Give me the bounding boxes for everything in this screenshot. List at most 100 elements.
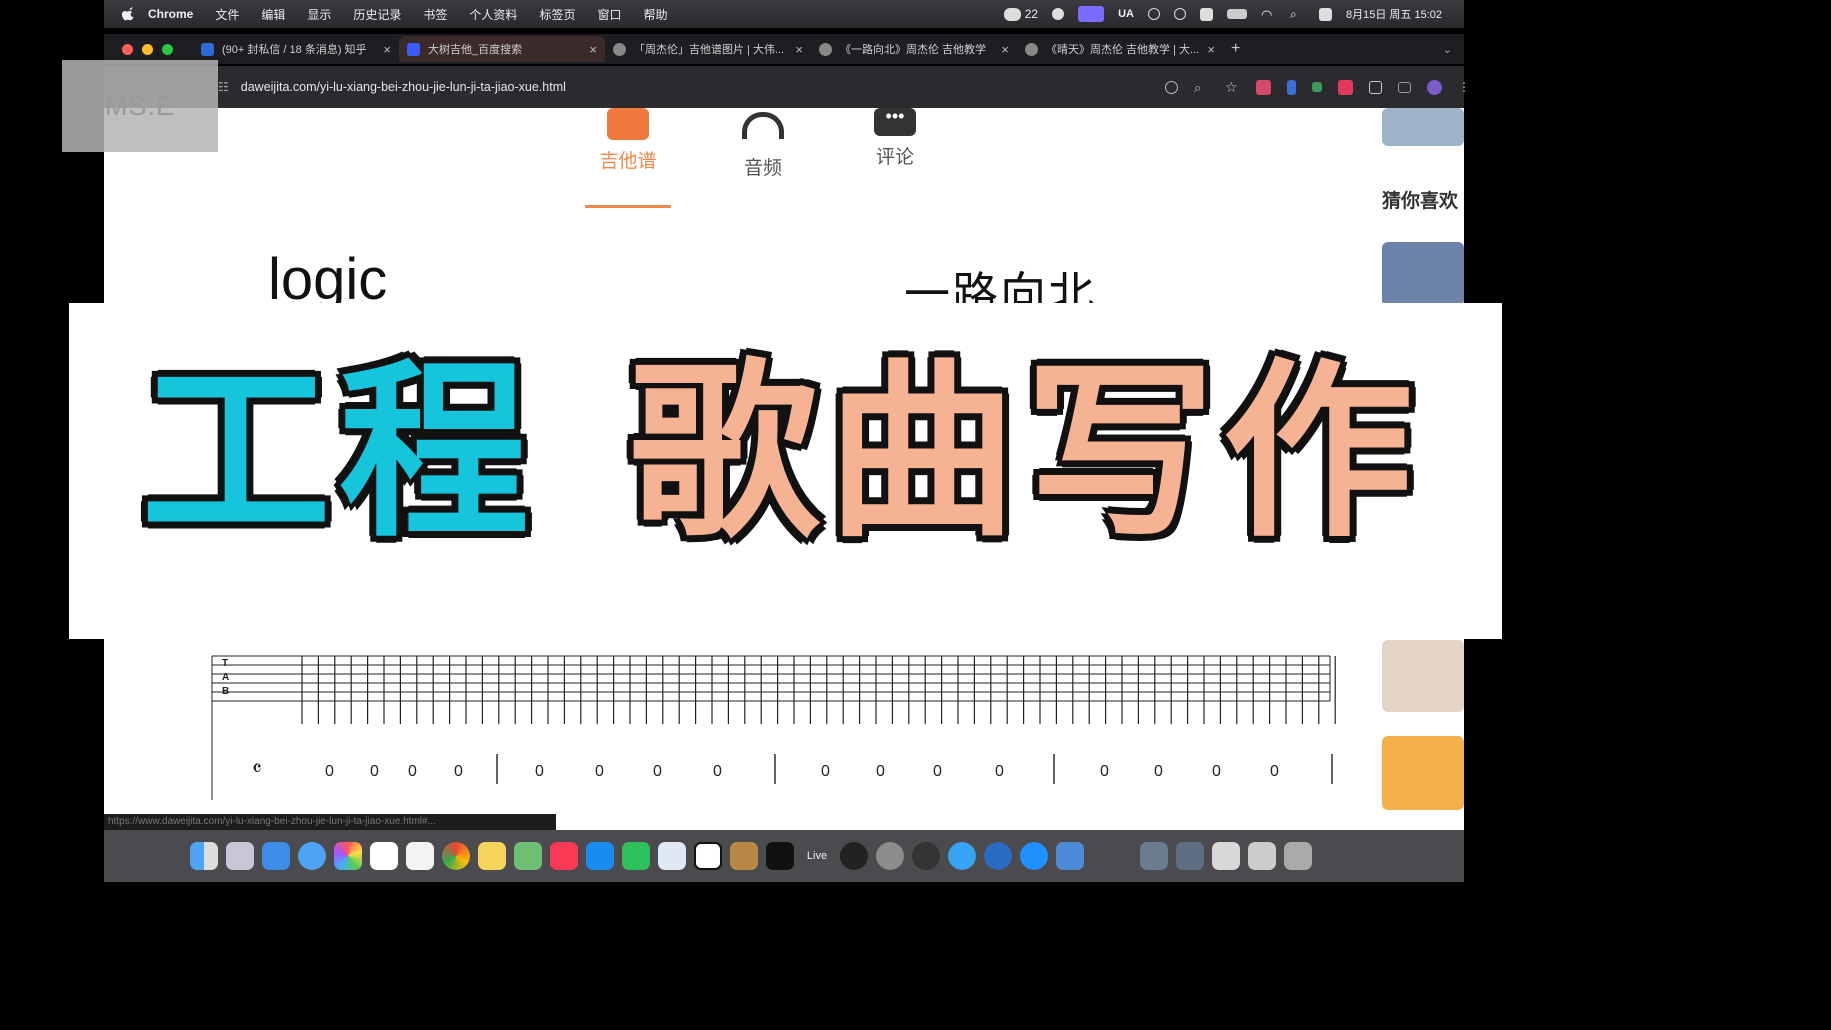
maps-icon[interactable] xyxy=(514,842,542,870)
close-tab-icon[interactable]: × xyxy=(795,42,803,57)
notion-icon[interactable] xyxy=(694,842,722,870)
svg-text:A: A xyxy=(222,672,229,683)
recommend-thumbnail[interactable] xyxy=(1382,242,1464,306)
title-banner: 工程 歌曲写作 xyxy=(69,303,1502,639)
extension-green-icon[interactable] xyxy=(1312,82,1322,92)
finder-icon[interactable] xyxy=(190,842,218,870)
screen-mirror-icon[interactable] xyxy=(1078,6,1105,22)
side-panel-icon[interactable] xyxy=(1398,81,1411,93)
menu-help[interactable]: 帮助 xyxy=(643,6,667,23)
menu-bookmarks[interactable]: 书签 xyxy=(423,6,447,23)
extension-play-icon[interactable] xyxy=(1338,79,1353,95)
menu-file[interactable]: 文件 xyxy=(215,6,239,23)
close-tab-icon[interactable]: × xyxy=(383,42,391,57)
tab-title: (90+ 封私信 / 18 条消息) 知乎 xyxy=(222,44,367,56)
search-icon[interactable]: ⌕ xyxy=(1290,7,1305,21)
back-app-icon[interactable] xyxy=(984,842,1012,870)
new-tab-button[interactable]: + xyxy=(1231,40,1240,58)
system-settings-icon[interactable] xyxy=(876,842,904,870)
close-tab-icon[interactable]: × xyxy=(1001,42,1009,57)
more-menu-icon[interactable]: ⋮ xyxy=(1458,80,1470,95)
notes-icon[interactable] xyxy=(478,842,506,870)
menu-profiles[interactable]: 个人资料 xyxy=(469,6,517,23)
photos-icon[interactable] xyxy=(334,842,362,870)
zoom-icon[interactable]: ⌕ xyxy=(1194,80,1209,95)
browser-tab[interactable]: 《晴天》周杰伦 吉他教学 | 大... × xyxy=(1017,36,1223,62)
password-key-icon[interactable] xyxy=(1165,80,1178,94)
browser-tab[interactable]: 《一路向北》周杰伦 吉他教学 × xyxy=(811,36,1017,62)
bookmark-star-icon[interactable]: ☆ xyxy=(1225,79,1240,95)
menu-edit[interactable]: 编辑 xyxy=(261,6,285,23)
bass-note: 0 xyxy=(535,763,544,780)
close-window-button[interactable] xyxy=(122,43,133,55)
close-tab-icon[interactable]: × xyxy=(1207,42,1215,57)
browser-tab[interactable]: (90+ 封私信 / 18 条消息) 知乎 × xyxy=(193,36,399,62)
content-tab-tab[interactable]: 吉他谱 xyxy=(578,108,678,173)
downloads-folder-icon[interactable] xyxy=(1140,842,1168,870)
music-icon[interactable] xyxy=(550,842,578,870)
wifi-icon[interactable]: ◠ xyxy=(1261,8,1276,21)
ableton-live-icon[interactable]: Live xyxy=(802,850,832,862)
screen-app-icon[interactable] xyxy=(1056,842,1084,870)
qq-music-icon[interactable] xyxy=(948,842,976,870)
close-tab-icon[interactable]: × xyxy=(589,42,597,57)
extension-red-icon[interactable] xyxy=(1256,79,1271,95)
content-tab-audio[interactable]: 音频 xyxy=(713,108,813,180)
extension-blue-icon[interactable] xyxy=(1287,79,1296,95)
apple-logo-icon[interactable] xyxy=(122,7,136,21)
browser-toolbar: ☷ daweijita.com/yi-lu-xiang-bei-zhou-jie… xyxy=(104,66,1470,108)
active-tab-indicator xyxy=(585,205,671,208)
app-store-icon[interactable] xyxy=(586,842,614,870)
audio-app-icon[interactable] xyxy=(912,842,940,870)
address-bar[interactable]: ☷ daweijita.com/yi-lu-xiang-bei-zhou-jie… xyxy=(218,73,1145,101)
browser-tab[interactable]: 「周杰伦」吉他谱图片 | 大伟... × xyxy=(605,36,811,62)
mail-icon[interactable] xyxy=(262,842,290,870)
tab-search-chevron-icon[interactable]: ⌄ xyxy=(1443,43,1452,56)
capcut-icon[interactable] xyxy=(766,842,794,870)
wechat-app-icon[interactable] xyxy=(622,842,650,870)
time-machine-icon[interactable] xyxy=(1148,8,1160,20)
menu-view[interactable]: 显示 xyxy=(307,6,331,23)
lark-icon[interactable] xyxy=(658,842,686,870)
input-source[interactable]: UA xyxy=(1118,8,1134,20)
content-tab-comments[interactable]: ••• 评论 xyxy=(845,108,945,169)
document-stack-icon[interactable] xyxy=(1212,842,1240,870)
bass-note: 0 xyxy=(933,763,942,780)
menubar-status-area: 22 UA ◠ ⌕ 8月15日 周五 15:02 xyxy=(1003,6,1464,22)
url-text[interactable]: daweijita.com/yi-lu-xiang-bei-zhou-jie-l… xyxy=(241,80,566,94)
macos-dock: Live xyxy=(104,830,1464,882)
recommend-thumbnail[interactable] xyxy=(1382,108,1464,146)
sync-icon[interactable] xyxy=(1200,7,1213,21)
recent-file-icon[interactable] xyxy=(1176,842,1204,870)
menu-chrome[interactable]: Chrome xyxy=(148,7,193,21)
extensions-puzzle-icon[interactable] xyxy=(1369,80,1382,94)
wechat-status[interactable]: 22 xyxy=(1003,7,1038,21)
calendar-icon[interactable] xyxy=(370,842,398,870)
recommend-thumbnail[interactable] xyxy=(1382,736,1464,810)
battery-icon[interactable] xyxy=(1227,9,1247,19)
menu-history[interactable]: 历史记录 xyxy=(353,6,401,23)
garageband-icon[interactable] xyxy=(730,842,758,870)
control-center-icon[interactable] xyxy=(1319,7,1332,21)
launchpad-icon[interactable] xyxy=(226,842,254,870)
browser-tab-active[interactable]: 大树吉他_百度搜索 × xyxy=(399,36,605,62)
recommend-thumbnail[interactable] xyxy=(1382,640,1464,712)
menu-window[interactable]: 窗口 xyxy=(597,6,621,23)
reminders-icon[interactable] xyxy=(406,842,434,870)
clock[interactable]: 8月15日 周五 15:02 xyxy=(1346,6,1442,22)
trash-icon[interactable] xyxy=(1284,842,1312,870)
content-tab-label: 评论 xyxy=(875,147,914,168)
minimize-window-button[interactable] xyxy=(142,43,153,55)
profile-avatar[interactable] xyxy=(1427,79,1442,95)
logic-pro-icon[interactable] xyxy=(840,842,868,870)
screenshot-stack-icon[interactable] xyxy=(1248,842,1276,870)
menu-tab[interactable]: 标签页 xyxy=(539,6,575,23)
record-icon[interactable] xyxy=(1174,8,1186,20)
site-info-icon[interactable]: ☷ xyxy=(218,80,229,94)
chrome-icon[interactable] xyxy=(442,842,470,870)
browser-app-icon[interactable] xyxy=(1020,842,1048,870)
bass-note: 0 xyxy=(995,763,1004,780)
safari-icon[interactable] xyxy=(298,842,326,870)
zoom-window-button[interactable] xyxy=(162,43,173,55)
settings-icon[interactable] xyxy=(1052,8,1065,20)
